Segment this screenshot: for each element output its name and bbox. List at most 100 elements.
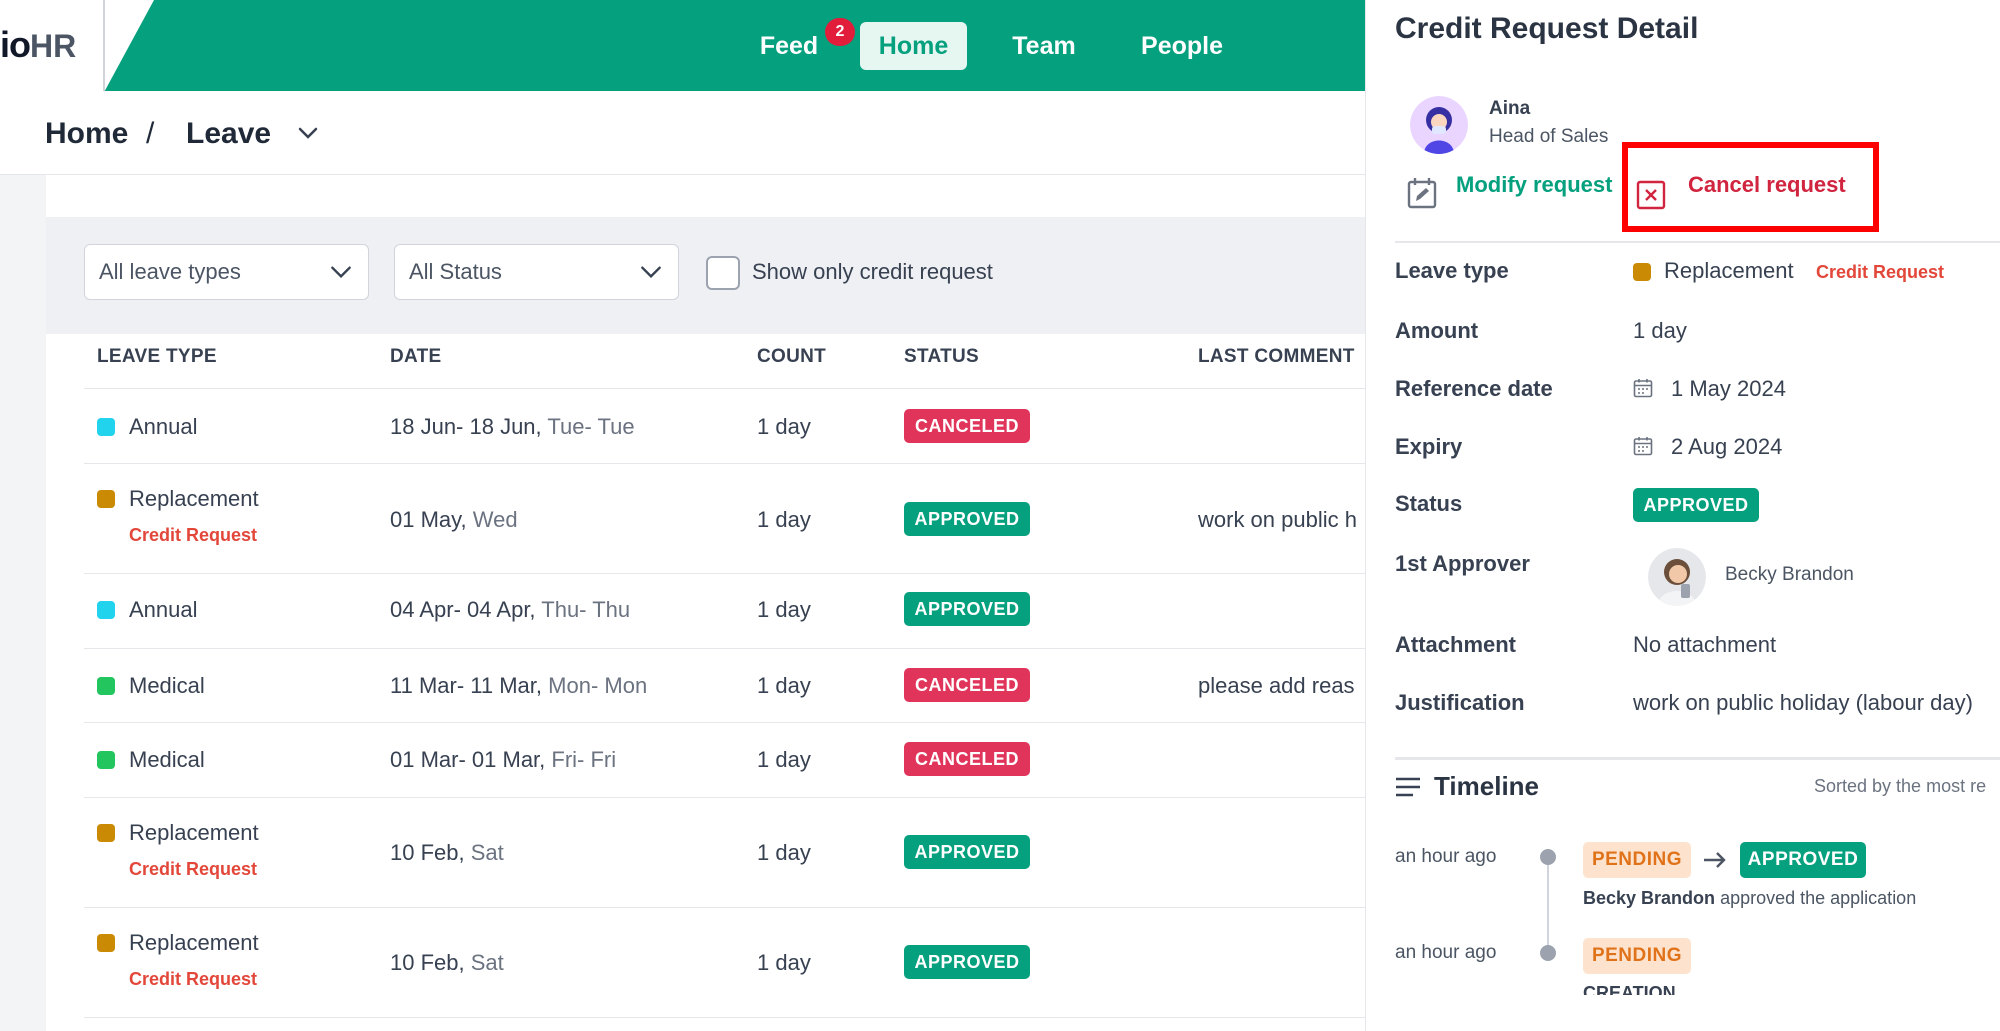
breadcrumb: Home / Leave bbox=[0, 91, 1365, 175]
highlight-box bbox=[1622, 142, 1879, 232]
weekday-range: Sat bbox=[470, 950, 504, 975]
timeline-event-time: an hour ago bbox=[1395, 942, 1497, 963]
nav-feed-label: Feed bbox=[759, 31, 819, 60]
timeline-list-icon bbox=[1396, 777, 1420, 797]
credit-request-tag: Credit Request bbox=[1816, 262, 1945, 282]
breadcrumb-separator: / bbox=[146, 117, 155, 150]
leave-type-color-dot bbox=[97, 601, 115, 619]
leave-type-color-dot bbox=[97, 824, 115, 842]
leave-type-color-dot bbox=[97, 751, 115, 769]
expiry-value: 2 Aug 2024 bbox=[1671, 434, 1783, 459]
logo-divider bbox=[103, 0, 105, 91]
divider bbox=[1395, 757, 2000, 760]
date-range: 01 Mar- 01 Mar, bbox=[390, 747, 546, 772]
timeline-action-text: approved the application bbox=[1720, 888, 1917, 908]
date-cell: 18 Jun- 18 Jun, Tue- Tue bbox=[390, 414, 635, 440]
table-row-divider bbox=[84, 1017, 1365, 1031]
weekday-range: Thu- Thu bbox=[541, 597, 631, 622]
leave-type-filter[interactable]: All leave types bbox=[84, 244, 369, 300]
reference-date-value: 1 May 2024 bbox=[1671, 376, 1786, 401]
date-cell: 04 Apr- 04 Apr, Thu- Thu bbox=[390, 597, 630, 623]
status-badge: CANCELED bbox=[904, 409, 1030, 443]
timeline-sort-note[interactable]: Sorted by the most re bbox=[1814, 776, 1986, 797]
weekday-range: Tue- Tue bbox=[547, 414, 635, 439]
leave-type-color-dot bbox=[97, 490, 115, 508]
weekday-range: Fri- Fri bbox=[551, 747, 617, 772]
expiry-label: Expiry bbox=[1395, 434, 1463, 459]
leave-type-cell: Medical bbox=[129, 747, 205, 772]
date-cell: 10 Feb, Sat bbox=[390, 950, 504, 976]
nav-people[interactable]: People bbox=[1125, 22, 1239, 70]
leave-type-cell: Replacement bbox=[129, 486, 259, 511]
column-header-count[interactable]: COUNT bbox=[757, 346, 826, 368]
date-range: 04 Apr- 04 Apr, bbox=[390, 597, 536, 622]
nav-people-label: People bbox=[1141, 31, 1223, 60]
requester-name: Aina bbox=[1489, 98, 1531, 119]
timeline-title: Timeline bbox=[1434, 771, 1540, 801]
timeline-to-status: APPROVED bbox=[1740, 842, 1866, 878]
credit-request-detail-drawer: Credit Request Detail Aina Head of Sales… bbox=[1365, 0, 2000, 1031]
nav-team[interactable]: Team bbox=[993, 22, 1095, 70]
filter-bar: All leave types All Status Show only cre… bbox=[46, 217, 1365, 334]
credit-only-label: Show only credit request bbox=[752, 259, 993, 284]
credit-only-checkbox[interactable] bbox=[706, 256, 740, 290]
table-row[interactable]: Medical 11 Mar- 11 Mar, Mon- Mon 1 day C… bbox=[84, 648, 1365, 722]
leave-type-color-dot bbox=[97, 418, 115, 436]
credit-request-tag: Credit Request bbox=[129, 969, 258, 989]
column-header-last-comment[interactable]: LAST COMMENT bbox=[1198, 346, 1355, 368]
logo-main: io bbox=[0, 24, 31, 65]
calendar-icon bbox=[1633, 379, 1653, 398]
weekday-range: Mon- Mon bbox=[548, 673, 648, 698]
column-header-status[interactable]: STATUS bbox=[904, 346, 979, 368]
status-badge: APPROVED bbox=[904, 592, 1030, 626]
column-header-leave-type[interactable]: LEAVE TYPE bbox=[97, 346, 217, 368]
avatar bbox=[1410, 96, 1468, 154]
first-approver-label: 1st Approver bbox=[1395, 551, 1530, 576]
table-row[interactable]: Replacement Credit Request 10 Feb, Sat 1… bbox=[84, 907, 1365, 1017]
date-cell: 10 Feb, Sat bbox=[390, 840, 504, 866]
arrow-right-icon bbox=[1704, 852, 1726, 868]
attachment-value: No attachment bbox=[1633, 632, 1777, 657]
left-gutter bbox=[0, 175, 46, 1031]
timeline-from-status: PENDING bbox=[1583, 842, 1691, 878]
table-row[interactable]: Medical 01 Mar- 01 Mar, Fri- Fri 1 day C… bbox=[84, 722, 1365, 797]
table-row[interactable]: Replacement Credit Request 01 May, Wed 1… bbox=[84, 463, 1365, 573]
chevron-down-icon[interactable] bbox=[296, 121, 320, 145]
leave-type-cell: Annual bbox=[129, 597, 198, 622]
status-filter[interactable]: All Status bbox=[394, 244, 679, 300]
date-range: 11 Mar- 11 Mar, bbox=[390, 673, 543, 698]
divider bbox=[1395, 241, 2000, 243]
count-cell: 1 day bbox=[757, 507, 811, 532]
leave-type-color-dot bbox=[97, 677, 115, 695]
table-row[interactable]: Annual 04 Apr- 04 Apr, Thu- Thu 1 day AP… bbox=[84, 573, 1365, 648]
date-cell: 11 Mar- 11 Mar, Mon- Mon bbox=[390, 673, 647, 699]
breadcrumb-home[interactable]: Home bbox=[45, 117, 128, 151]
nav-home[interactable]: Home bbox=[860, 22, 967, 70]
attachment-label: Attachment bbox=[1395, 632, 1517, 657]
reference-date-label: Reference date bbox=[1395, 376, 1553, 401]
edit-calendar-icon[interactable] bbox=[1407, 177, 1437, 209]
timeline-line bbox=[1547, 860, 1549, 952]
table-row[interactable]: Replacement Credit Request 10 Feb, Sat 1… bbox=[84, 797, 1365, 907]
date-range: 10 Feb, bbox=[390, 840, 465, 865]
drawer-title: Credit Request Detail bbox=[1395, 12, 1699, 45]
modify-request-button[interactable]: Modify request bbox=[1456, 172, 1612, 198]
amount-label: Amount bbox=[1395, 318, 1479, 343]
app-logo[interactable]: ioHR bbox=[0, 24, 76, 66]
leave-type-label: Leave type bbox=[1395, 258, 1509, 283]
status-badge: APPROVED bbox=[904, 835, 1030, 869]
timeline-node bbox=[1540, 849, 1556, 865]
date-range: 18 Jun- 18 Jun, bbox=[390, 414, 542, 439]
status-label: Status bbox=[1395, 491, 1463, 516]
date-range: 01 May, bbox=[390, 507, 467, 532]
status-badge: APPROVED bbox=[1633, 488, 1759, 522]
first-approver-name: Becky Brandon bbox=[1725, 564, 1854, 585]
count-cell: 1 day bbox=[757, 950, 811, 975]
column-header-date[interactable]: DATE bbox=[390, 346, 442, 368]
status-badge: CANCELED bbox=[904, 742, 1030, 776]
leave-type-color-dot bbox=[97, 934, 115, 952]
table-row[interactable]: Annual 18 Jun- 18 Jun, Tue- Tue 1 day CA… bbox=[84, 388, 1365, 463]
leave-type-cell: Replacement bbox=[129, 820, 259, 845]
logo-accent: HR bbox=[30, 28, 77, 64]
count-cell: 1 day bbox=[757, 840, 811, 865]
